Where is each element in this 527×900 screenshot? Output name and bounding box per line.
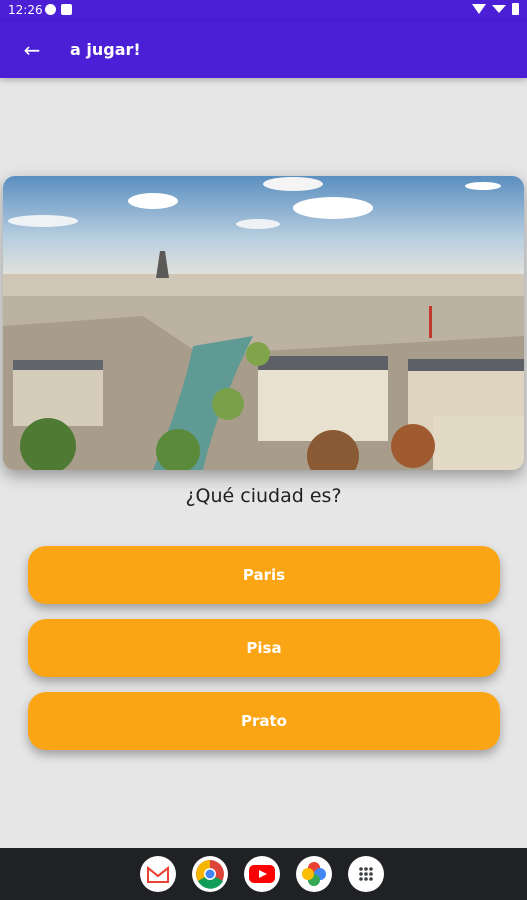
status-right-icons <box>472 3 519 15</box>
wifi-icon <box>472 4 486 14</box>
notification-icons <box>45 4 72 15</box>
signal-icon <box>492 5 506 13</box>
city-photo <box>3 176 524 470</box>
app-notification-icon <box>61 4 72 15</box>
navigation-bar <box>0 848 527 900</box>
back-arrow-icon[interactable]: ← <box>18 36 46 64</box>
settings-notification-icon <box>45 4 56 15</box>
gmail-icon[interactable] <box>140 856 176 892</box>
question-text: ¿Qué ciudad es? <box>185 485 342 507</box>
answer-button-3[interactable]: Prato <box>28 692 500 750</box>
apps-icon[interactable] <box>348 856 384 892</box>
app-dock <box>140 856 384 892</box>
status-time: 12:26 <box>8 3 43 17</box>
answer-button-2[interactable]: Pisa <box>28 619 500 677</box>
battery-icon <box>512 3 519 15</box>
answer-button-1[interactable]: Paris <box>28 546 500 604</box>
chrome-icon[interactable] <box>192 856 228 892</box>
page-title: a jugar! <box>70 40 141 59</box>
photos-icon[interactable] <box>296 856 332 892</box>
app-bar: ← a jugar! <box>0 22 527 78</box>
status-bar: 12:26 <box>0 0 527 22</box>
youtube-icon[interactable] <box>244 856 280 892</box>
